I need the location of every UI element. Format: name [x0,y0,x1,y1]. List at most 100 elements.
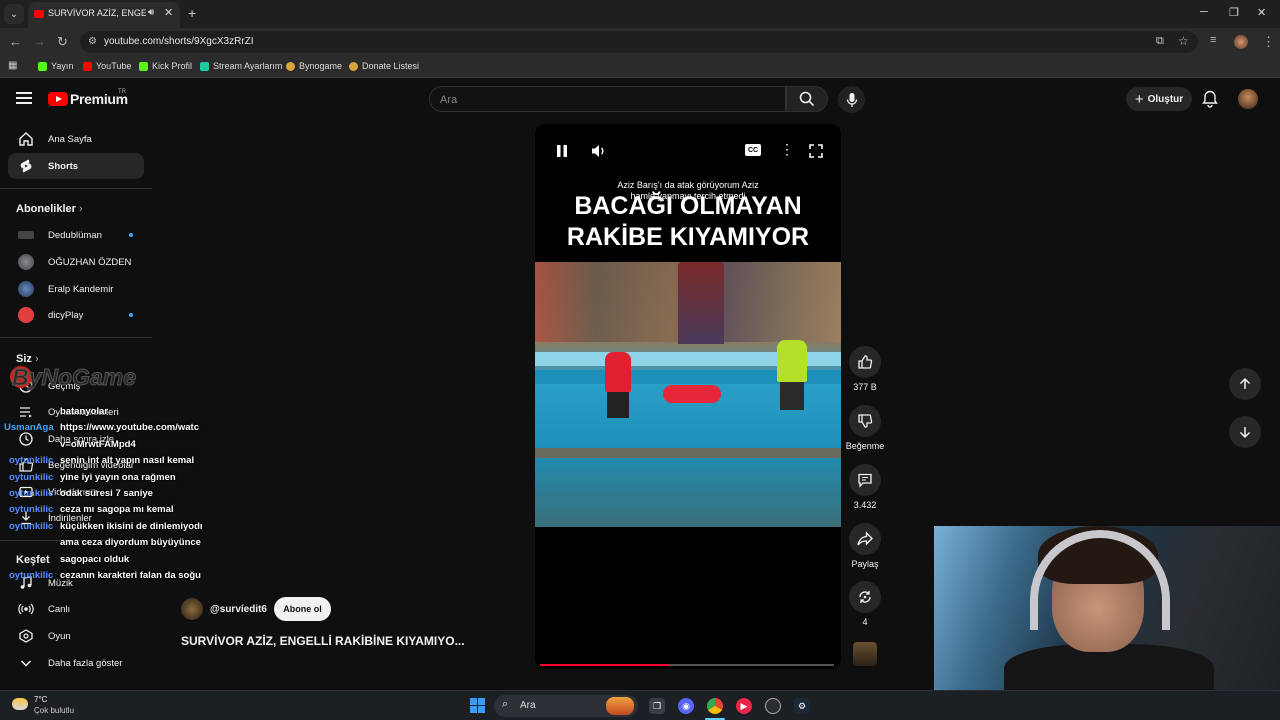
live-icon [18,603,34,615]
sidebar-subscription-eralp-kandemir[interactable]: Eralp Kandemir [8,276,144,302]
home-icon [19,132,33,146]
youtube-logo-icon[interactable] [48,92,68,106]
like-count: 377 B [853,382,877,392]
speaker-icon[interactable]: 🔊︎ [148,7,154,18]
media-player-icon[interactable]: ▶ [736,698,752,714]
restore-icon[interactable]: ❐ [1229,6,1239,19]
search-button[interactable] [786,86,828,112]
progress-fill [540,664,670,666]
caption-line: Aziz Barış'ı da atak görüyorum Aziz [617,180,759,190]
clock-icon [19,432,33,446]
channel-name[interactable]: @survíedit6 [210,604,267,615]
weather-temperature[interactable]: 7°C [34,695,47,704]
streamlabs-icon [200,61,209,71]
menu-icon[interactable] [16,92,32,104]
tab-search-icon[interactable]: ⌄ [4,4,24,24]
shorts-player[interactable]: CC ⋮ Aziz Barış'ı da atak görüyorum Aziz… [535,124,841,669]
volume-icon[interactable] [591,144,607,158]
like-button[interactable] [849,346,881,378]
weather-cloud-icon[interactable] [12,698,28,710]
sidebar-item-home[interactable]: Ana Sayfa [8,126,144,152]
obs-icon[interactable] [765,698,781,714]
remix-count: 4 [862,617,868,627]
steam-icon[interactable]: ⚙ [794,698,810,714]
kick-icon [38,61,47,71]
new-tab-button[interactable]: + [188,5,196,21]
url-text: youtube.com/shorts/9XgcX3zRrZI [104,36,254,47]
arrow-up-icon [1239,377,1251,389]
channel-thumbnail[interactable] [853,642,877,666]
media-controls-icon[interactable]: ≡ [1210,34,1216,46]
account-avatar[interactable] [1238,89,1258,109]
subscriptions-header[interactable]: Abonelikler › [16,203,83,215]
profile-avatar[interactable] [1234,35,1248,49]
microphone-icon [846,92,857,107]
captions-icon[interactable]: CC [745,144,761,156]
video-frame [535,262,841,527]
chat-message: https://www.youtube.com/watc [60,422,199,434]
weather-description[interactable]: Çok bulutlu [34,706,74,715]
discord-icon[interactable]: ◉ [678,698,694,714]
reload-icon[interactable]: ↻ [57,34,68,50]
pause-icon[interactable] [555,144,569,158]
create-button[interactable]: + Oluştur [1126,87,1192,111]
search-input[interactable]: Ara [429,86,786,112]
sidebar-item-label: Eralp Kandemir [48,283,114,295]
share-button[interactable] [849,523,881,555]
caption-line: hamle yapmayı tercih etmedi [630,191,746,201]
fullscreen-icon[interactable] [809,144,823,158]
dislike-button[interactable] [849,405,881,437]
sidebar-divider [0,188,152,189]
task-view-icon[interactable]: ❐ [649,698,665,714]
search-highlight-icon [606,697,634,715]
bookmark-star-icon[interactable]: ☆ [1178,34,1189,48]
bookmark-kick-profil[interactable]: Kick Profil [139,61,192,71]
chrome-menu-icon[interactable]: ⋮ [1262,34,1275,50]
chrome-icon[interactable] [707,698,723,714]
sidebar-show-more[interactable]: Daha fazla göster [8,650,144,676]
subtitle-caption: Aziz Barış'ı da atak görüyorum Aziz [535,180,841,191]
sidebar-item-gaming[interactable]: Oyun [8,623,144,649]
subscriptions-header-label: Abonelikler [16,203,76,215]
bookmark-bynogame[interactable]: Bynogame [286,61,342,71]
create-label: Oluştur [1147,93,1184,105]
streamer-webcam [934,526,1280,690]
taskbar-search[interactable]: ⌕ Ara [494,695,638,717]
minimize-icon[interactable]: ─ [1200,6,1208,18]
address-bar[interactable]: ⚙ youtube.com/shorts/9XgcX3zRrZI ⧉ ☆ [80,31,1198,53]
channel-avatar[interactable] [181,598,203,620]
comments-button[interactable] [849,464,881,496]
sidebar-subscription-dicyplay[interactable]: dicyPlay [8,302,144,328]
windows-start-icon[interactable] [470,698,485,713]
site-info-icon[interactable]: ⚙ [88,36,97,47]
thumbs-up-icon [858,355,873,369]
previous-short-button[interactable] [1229,368,1261,400]
bookmark-donate-listesi[interactable]: Donate Listesi [349,61,419,71]
sidebar-subscription-dedubluman[interactable]: Dedublüman [8,222,144,248]
tab-strip: ⌄ SURVİVOR AZİZ, ENGELLİ R 🔊︎ ✕ + ─ ❐ ✕ [0,0,1280,28]
remix-button[interactable] [849,581,881,613]
apps-grid-icon[interactable]: ▦ [8,60,17,71]
bookmark-yayin[interactable]: Yayın [38,61,73,71]
window-close-icon[interactable]: ✕ [1257,6,1266,19]
bookmark-youtube[interactable]: YouTube [83,61,131,71]
close-tab-icon[interactable]: ✕ [164,6,173,19]
browser-tab[interactable]: SURVİVOR AZİZ, ENGELLİ R 🔊︎ ✕ [28,2,180,28]
more-options-icon[interactable]: ⋮ [780,141,794,158]
cast-icon[interactable]: ⧉ [1156,35,1164,48]
notifications-bell-icon[interactable] [1202,90,1218,108]
subscribe-button[interactable]: Abone ol [274,597,331,621]
red-buoy [663,385,721,403]
next-short-button[interactable] [1229,416,1261,448]
bookmark-stream-ayarlarim[interactable]: Stream Ayarlarım [200,61,282,71]
sidebar-item-shorts[interactable]: Shorts [8,153,144,179]
voice-search-button[interactable] [838,86,865,113]
chat-username: oytunkilic [9,520,54,532]
back-icon[interactable]: ← [9,34,22,49]
sidebar-subscription-oguzhan-ozden[interactable]: OĞUZHAN ÖZDEN [8,249,144,275]
gaming-icon [19,629,33,643]
sidebar-item-live[interactable]: Canlı [8,596,144,622]
search-icon: ⌕ [502,698,509,710]
forward-icon[interactable]: → [33,34,46,49]
video-title[interactable]: SURVİVOR AZİZ, ENGELLİ RAKİBİNE KIYAMIYO… [181,634,465,648]
